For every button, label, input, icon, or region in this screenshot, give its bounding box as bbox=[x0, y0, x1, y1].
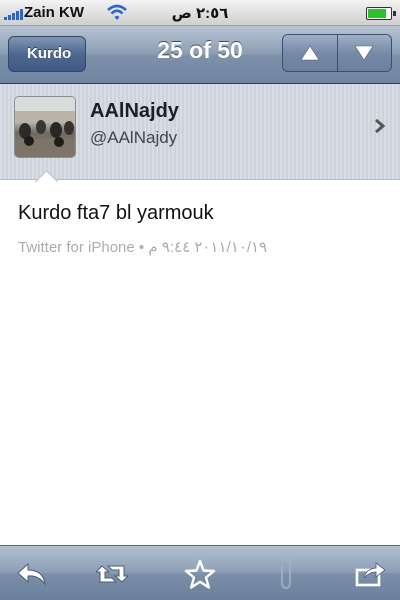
star-icon bbox=[184, 559, 216, 589]
reply-icon bbox=[17, 562, 46, 586]
username: @AAlNajdy bbox=[90, 128, 178, 147]
previous-tweet-button[interactable] bbox=[283, 35, 337, 71]
share-button[interactable] bbox=[350, 554, 390, 594]
battery-level-fill bbox=[368, 9, 386, 18]
display-name: AAlNajdy bbox=[90, 100, 179, 122]
chevron-right-icon bbox=[375, 118, 386, 134]
next-tweet-button[interactable] bbox=[336, 35, 391, 71]
favorite-button[interactable] bbox=[180, 554, 220, 594]
battery-icon bbox=[366, 7, 396, 20]
retweet-button[interactable] bbox=[92, 554, 132, 594]
meta-separator: • bbox=[138, 239, 145, 256]
back-button[interactable]: Kurdo bbox=[8, 36, 87, 72]
back-button-label: Kurdo bbox=[27, 45, 72, 62]
avatar[interactable] bbox=[14, 96, 76, 158]
tweet-timestamp: ٢٠١١/١٠/١٩ ٩:٤٤ م bbox=[148, 239, 268, 256]
share-icon bbox=[355, 562, 386, 587]
profile-pointer bbox=[34, 168, 58, 182]
paperclip-icon bbox=[280, 557, 292, 590]
tweet-meta: Twitter for iPhone • ٢٠١١/١٠/١٩ ٩:٤٤ م bbox=[18, 238, 267, 256]
reply-button[interactable] bbox=[12, 554, 52, 594]
page-title: 25 of 50 bbox=[157, 37, 243, 63]
clock: ٢:٥٦ ص bbox=[171, 5, 229, 22]
attach-button[interactable] bbox=[266, 554, 306, 594]
avatar-photo bbox=[15, 97, 75, 157]
retweet-icon bbox=[96, 565, 128, 583]
tweet-text: Kurdo fta7 bl yarmouk bbox=[18, 202, 214, 224]
bottom-toolbar bbox=[0, 545, 400, 600]
triangle-down-icon bbox=[354, 45, 374, 61]
prev-next-segmented-control bbox=[282, 34, 392, 72]
status-bar: Zain KW ٢:٥٦ ص bbox=[0, 0, 400, 26]
triangle-up-icon bbox=[300, 45, 320, 61]
navigation-bar: Kurdo 25 of 50 bbox=[0, 26, 400, 84]
user-profile-row[interactable]: AAlNajdy @AAlNajdy bbox=[0, 84, 400, 180]
tweet-source[interactable]: Twitter for iPhone bbox=[18, 239, 135, 256]
